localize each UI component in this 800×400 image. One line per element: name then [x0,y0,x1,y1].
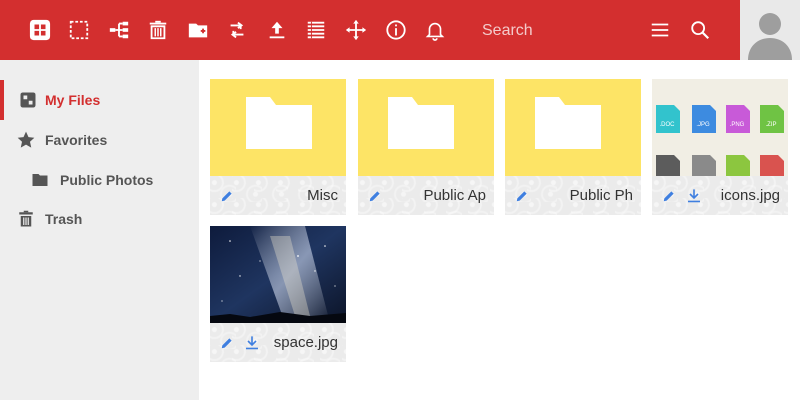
delete-icon[interactable] [144,16,172,44]
edit-icon[interactable] [218,187,236,205]
tree-icon[interactable] [105,16,133,44]
search-input[interactable] [480,14,634,48]
download-icon[interactable] [243,334,261,352]
top-bar [0,0,800,60]
sidebar-item-public-photos[interactable]: Public Photos [0,160,199,200]
zip-icon-label: .ZIP [765,122,776,128]
folder-tile[interactable]: Public Ap [358,79,494,215]
list-view-icon[interactable] [302,16,330,44]
upload-icon[interactable] [263,16,291,44]
file-name: Public Ap [423,187,486,204]
image-thumbnail [210,226,346,323]
star-icon [16,130,36,150]
user-silhouette-icon [740,0,800,60]
edit-icon[interactable] [366,187,384,205]
download-icon[interactable] [685,187,703,205]
png-icon-label: .PNG [730,122,745,128]
sync-icon[interactable] [223,16,251,44]
folder-icon [246,97,312,149]
sidebar: My Files Favorites Public Photos Trash [0,60,199,400]
folder-thumbnail [358,79,494,176]
file-caption: Public Ph [505,176,641,215]
avatar[interactable] [740,0,800,60]
sidebar-item-label: Favorites [45,132,108,148]
jpg-icon-label: .JPG [696,122,710,128]
sidebar-item-label: Public Photos [60,172,154,188]
folder-icon [30,170,50,190]
sidebar-item-label: Trash [45,211,83,227]
sidebar-item-my-files[interactable]: My Files [0,80,199,120]
sidebar-item-favorites[interactable]: Favorites [0,120,199,160]
edit-icon[interactable] [218,334,236,352]
edit-icon[interactable] [513,187,531,205]
menu-icon[interactable] [646,16,674,44]
file-type-icons-image: .DOC .JPG .PNG .ZIP [652,79,788,176]
sidebar-item-trash[interactable]: Trash [0,199,199,239]
file-name: Public Ph [569,187,633,204]
space-image [210,226,346,323]
folder-thumbnail [505,79,641,176]
file-grid: Misc Public Ap Public Ph .DOC .JPG .PNG … [199,60,800,400]
search-icon[interactable] [686,16,714,44]
folder-thumbnail [210,79,346,176]
edit-icon[interactable] [660,187,678,205]
sidebar-item-label: My Files [45,92,101,108]
image-tile[interactable]: space.jpg [210,226,346,362]
info-icon[interactable] [382,16,410,44]
notifications-icon[interactable] [421,16,449,44]
image-tile[interactable]: .DOC .JPG .PNG .ZIP icons.jpg [652,79,788,215]
folder-tile[interactable]: Misc [210,79,346,215]
select-icon[interactable] [65,16,93,44]
file-caption: Public Ap [358,176,494,215]
my-files-icon [18,90,38,110]
file-name: space.jpg [273,334,338,351]
folder-tile[interactable]: Public Ph [505,79,641,215]
file-caption: space.jpg [210,323,346,362]
doc-icon-label: .DOC [660,122,676,128]
image-thumbnail: .DOC .JPG .PNG .ZIP [652,79,788,176]
move-icon[interactable] [342,16,370,44]
file-name: Misc [307,187,338,204]
file-caption: icons.jpg [652,176,788,215]
folder-icon [388,97,454,149]
file-name: icons.jpg [720,187,780,204]
new-folder-icon[interactable] [184,16,212,44]
file-caption: Misc [210,176,346,215]
folder-icon [535,97,601,149]
logo-icon[interactable] [26,16,54,44]
trash-icon [16,209,36,229]
